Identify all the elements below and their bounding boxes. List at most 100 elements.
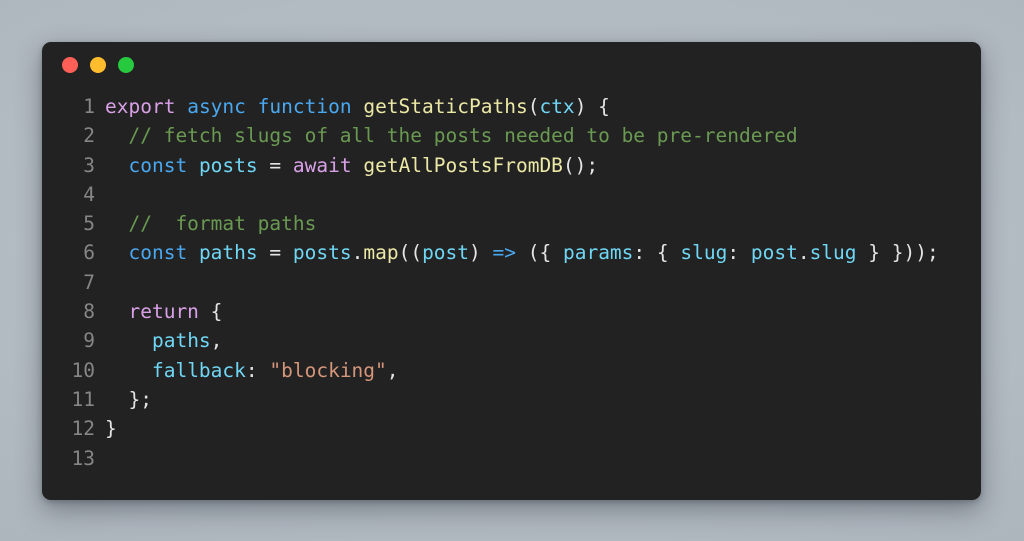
code-token-comment: // format paths <box>128 212 317 236</box>
code-line[interactable]: 12} <box>42 414 981 443</box>
code-token-punct <box>246 95 258 118</box>
code-token-punct <box>281 154 293 177</box>
code-token-punct <box>175 95 187 118</box>
code-token-keyword: export <box>105 95 176 118</box>
close-button-icon[interactable] <box>62 57 78 73</box>
code-token-control: => <box>492 241 516 265</box>
code-line-content: // fetch slugs of all the posts needed t… <box>105 121 798 150</box>
code-line-content: }; <box>105 385 152 414</box>
code-token-punct <box>105 300 128 323</box>
code-token-variable: post <box>422 241 470 265</box>
code-line[interactable]: 3 const posts = await getAllPostsFromDB(… <box>42 151 981 180</box>
code-token-punct <box>281 241 293 264</box>
code-token-punct: , <box>210 329 223 353</box>
code-token-punct: : <box>245 358 270 382</box>
code-token-control: async <box>187 95 246 118</box>
code-line-content: // format paths <box>105 209 316 238</box>
code-editor-area[interactable]: 1 export async function getStaticPaths(ct… <box>42 88 981 500</box>
code-token-variable: posts <box>292 241 352 265</box>
code-token-keyword: await <box>292 153 352 177</box>
line-number: 11 <box>71 387 95 411</box>
window-titlebar[interactable] <box>42 42 981 88</box>
line-number: 1 <box>83 95 95 118</box>
code-token-punct <box>258 154 270 177</box>
line-number: 4 <box>83 182 95 206</box>
screenshot-stage: 1 export async function getStaticPaths(ct… <box>0 0 1024 541</box>
code-token-punct: } <box>105 417 117 441</box>
code-token-punct: : { <box>633 241 681 265</box>
code-line-content: fallback: "blocking", <box>105 356 399 385</box>
code-token-variable: posts <box>198 153 258 177</box>
line-number: 8 <box>83 300 95 324</box>
code-token-variable: slug <box>809 241 857 265</box>
line-number: 6 <box>83 241 95 265</box>
code-token-punct: , <box>386 358 399 382</box>
code-token-punct <box>105 241 128 264</box>
code-line-content: const paths = posts.map((post) => ({ par… <box>105 238 939 267</box>
code-token-punct: . <box>351 241 364 265</box>
code-token-punct <box>352 95 364 118</box>
code-token-variable: params <box>562 241 634 265</box>
code-token-keyword: return <box>128 300 199 324</box>
line-number: 5 <box>83 212 95 236</box>
code-token-punct <box>105 212 128 235</box>
code-line[interactable]: 10 fallback: "blocking", <box>42 356 981 385</box>
code-line-content: return { <box>105 297 222 326</box>
zoom-button-icon[interactable] <box>118 57 134 73</box>
code-token-variable: fallback <box>151 358 246 382</box>
line-number: 12 <box>71 417 95 441</box>
code-token-punct: }; <box>105 387 152 411</box>
code-line[interactable]: 7 <box>42 268 981 297</box>
code-token-function: getAllPostsFromDB <box>363 153 563 177</box>
code-line[interactable]: 4 <box>42 180 981 209</box>
code-token-punct: ) { <box>574 95 610 118</box>
code-token-variable: slug <box>680 241 728 265</box>
code-line-content: paths, <box>105 326 222 355</box>
code-token-punct: ({ <box>516 241 563 265</box>
code-token-variable: ctx <box>539 95 575 118</box>
code-line-content: } <box>105 414 117 443</box>
code-token-punct <box>105 124 128 147</box>
code-token-punct <box>105 359 152 382</box>
code-token-punct <box>187 241 199 264</box>
code-window: 1 export async function getStaticPaths(ct… <box>42 42 981 500</box>
code-token-punct <box>352 154 364 177</box>
code-line[interactable]: 5 // format paths <box>42 209 981 238</box>
code-token-control: const <box>128 241 188 265</box>
code-token-punct: : <box>727 241 751 265</box>
line-number: 9 <box>83 329 95 353</box>
code-token-punct: . <box>797 241 810 265</box>
code-token-operator: = <box>269 153 282 177</box>
code-line[interactable]: 9 paths, <box>42 326 981 355</box>
code-token-function: map <box>363 241 399 265</box>
code-token-punct: } })); <box>856 241 939 265</box>
code-token-control: function <box>257 95 352 118</box>
code-line-content: export async function getStaticPaths(ctx… <box>105 92 610 121</box>
code-line[interactable]: 8 return { <box>42 297 981 326</box>
code-line[interactable]: 13 <box>42 444 981 473</box>
code-line-content: const posts = await getAllPostsFromDB(); <box>105 151 598 180</box>
code-line[interactable]: 6 const paths = posts.map((post) => ({ p… <box>42 238 981 267</box>
code-token-comment: // fetch slugs of all the posts needed t… <box>128 124 798 148</box>
line-number: 3 <box>83 153 95 177</box>
line-number: 2 <box>83 124 95 148</box>
code-token-punct: { <box>198 300 223 324</box>
code-token-punct: ( <box>527 95 540 118</box>
code-token-punct <box>105 329 152 352</box>
code-token-punct <box>258 241 270 264</box>
code-line[interactable]: 1 export async function getStaticPaths(ct… <box>42 92 981 121</box>
code-line[interactable]: 11 }; <box>42 385 981 414</box>
code-token-function: getStaticPaths <box>363 95 528 118</box>
code-token-variable: paths <box>198 241 258 265</box>
code-token-punct: ) <box>469 241 493 265</box>
code-token-punct <box>187 154 199 177</box>
code-token-punct: (); <box>562 153 599 177</box>
line-number: 13 <box>71 446 95 470</box>
code-token-string: "blocking" <box>269 358 387 382</box>
code-token-punct <box>105 154 128 177</box>
code-token-control: const <box>128 153 188 177</box>
code-token-punct: (( <box>398 241 423 265</box>
code-token-variable: paths <box>151 329 211 353</box>
code-line[interactable]: 2 // fetch slugs of all the posts needed… <box>42 121 981 150</box>
minimize-button-icon[interactable] <box>90 57 106 73</box>
